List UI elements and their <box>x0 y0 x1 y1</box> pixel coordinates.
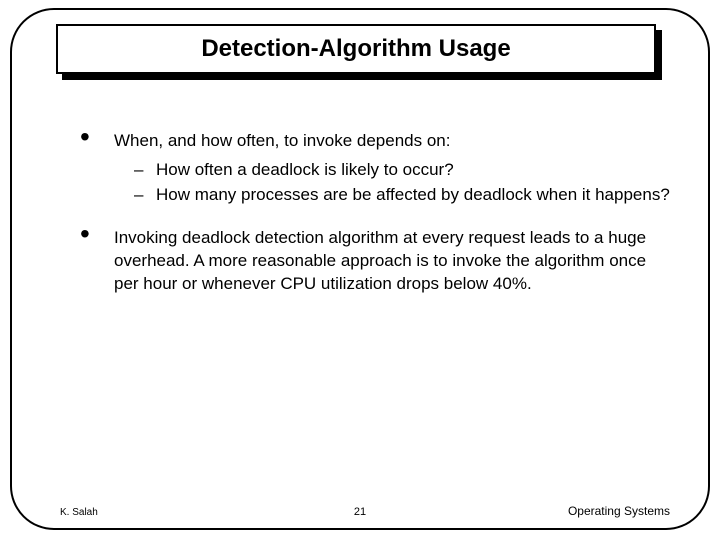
bullet-dot-icon: • <box>74 227 114 296</box>
bullet-body: When, and how often, to invoke depends o… <box>114 130 670 209</box>
bullet-text: When, and how often, to invoke depends o… <box>114 131 450 150</box>
bullet-body: Invoking deadlock detection algorithm at… <box>114 227 670 296</box>
footer-course: Operating Systems <box>568 504 670 518</box>
bullet-dot-icon: • <box>74 130 114 209</box>
bullet-item: • Invoking deadlock detection algorithm … <box>74 227 670 296</box>
dash-icon: – <box>134 184 156 207</box>
sub-bullet-item: – How often a deadlock is likely to occu… <box>134 159 670 182</box>
sub-bullet-item: – How many processes are be affected by … <box>134 184 670 207</box>
slide: Detection-Algorithm Usage • When, and ho… <box>0 0 720 540</box>
content-area: • When, and how often, to invoke depends… <box>74 130 670 314</box>
dash-icon: – <box>134 159 156 182</box>
bullet-item: • When, and how often, to invoke depends… <box>74 130 670 209</box>
sub-list: – How often a deadlock is likely to occu… <box>134 159 670 207</box>
title-box: Detection-Algorithm Usage <box>56 24 656 74</box>
sub-bullet-text: How many processes are be affected by de… <box>156 184 670 207</box>
sub-bullet-text: How often a deadlock is likely to occur? <box>156 159 670 182</box>
slide-title: Detection-Algorithm Usage <box>201 35 510 63</box>
bullet-text: Invoking deadlock detection algorithm at… <box>114 228 646 293</box>
